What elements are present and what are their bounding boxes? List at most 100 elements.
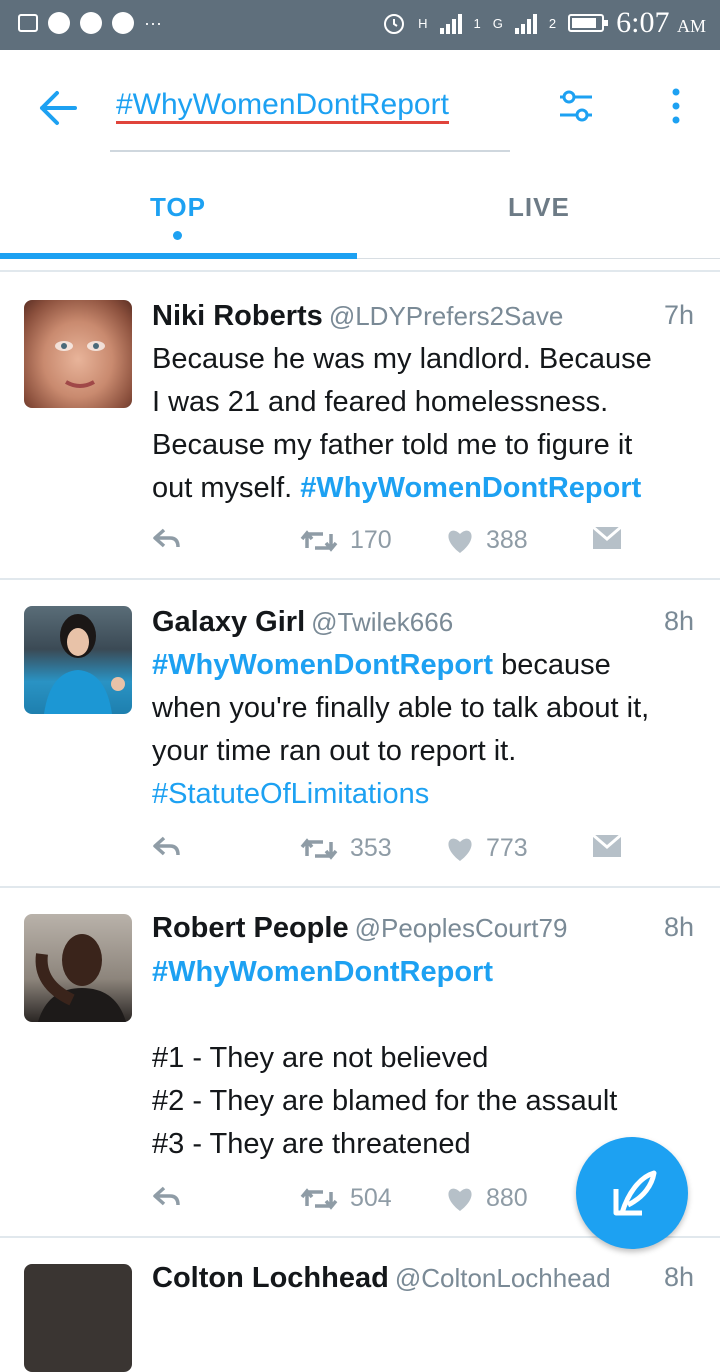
tweet-line-text: out myself. (152, 472, 301, 504)
direct-message-button[interactable] (592, 526, 622, 550)
tweet[interactable]: Niki Roberts @LDYPrefers2Save 7h Because … (0, 272, 720, 580)
retweet-count: 353 (350, 834, 392, 862)
reply-button[interactable] (152, 526, 182, 552)
search-query-text: #WhyWomenDontReport (116, 88, 449, 124)
tweet-line: #2 - They are blamed for the assault (152, 1085, 618, 1117)
tweet-actions: 504 880 (152, 1184, 632, 1220)
tweet-actions: 170 388 (152, 526, 632, 562)
sim-1-label: 1 (473, 15, 481, 31)
tweet-header: Niki Roberts @LDYPrefers2Save 7h (152, 300, 694, 333)
hashtag-link[interactable]: #WhyWomenDontReport (300, 472, 641, 504)
network-type-3: G (492, 15, 503, 31)
author-name[interactable]: Galaxy Girl (152, 606, 305, 638)
reply-button[interactable] (152, 834, 182, 860)
network-type-1: H (418, 15, 428, 31)
envelope-icon (592, 526, 622, 549)
heart-icon (448, 1188, 472, 1211)
hashtag-link[interactable]: #WhyWomenDontReport (152, 649, 493, 681)
back-arrow-icon[interactable] (38, 90, 78, 126)
tweet-line: #StatuteOfLimitations (152, 773, 702, 816)
alarm-icon (384, 14, 405, 34)
active-tab-indicator (0, 253, 357, 259)
author-handle[interactable]: @PeoplesCourt79 (355, 913, 568, 943)
tweet-line: Because my father told me to figure it (152, 429, 633, 461)
tweet-actions: 353 773 (152, 834, 632, 870)
author-name[interactable]: Robert People (152, 912, 349, 944)
retweet-button[interactable]: 170 (300, 526, 392, 555)
author-name[interactable]: Colton Lochhead (152, 1262, 389, 1294)
clock: 6:07 AM (616, 6, 706, 39)
avatar[interactable] (24, 606, 132, 714)
retweet-icon (300, 1187, 338, 1210)
avatar[interactable] (24, 300, 132, 408)
like-count: 773 (486, 834, 528, 862)
tweet-line: when you're finally able to talk about i… (152, 692, 650, 724)
signal-icon-1 (439, 12, 462, 34)
hashtag-link[interactable]: #WhyWomenDontReport (152, 956, 493, 988)
like-count: 388 (486, 526, 528, 554)
system-icons: H 1 G 2 6:07 AM (382, 6, 706, 40)
retweet-icon (300, 837, 338, 860)
compose-tweet-button[interactable] (576, 1137, 688, 1249)
tweet-time: 8h (663, 1262, 694, 1292)
tweet-text: #WhyWomenDontReport #1 - They are not be… (152, 951, 702, 1166)
like-button[interactable]: 773 (446, 834, 528, 863)
tweet-header: Robert People @PeoplesCourt79 8h (152, 912, 694, 945)
retweet-button[interactable]: 504 (300, 1184, 392, 1213)
tweet-line: #WhyWomenDontReport (152, 951, 702, 994)
envelope-icon (592, 834, 622, 857)
reply-icon (153, 528, 180, 548)
tweet-text: Because he was my landlord. Because I wa… (152, 338, 702, 510)
search-tabs: TOP LIVE (0, 168, 720, 259)
author-handle[interactable]: @ColtonLochhead (395, 1263, 611, 1293)
like-button[interactable]: 388 (446, 526, 528, 555)
tweet-line: out myself. #WhyWomenDontReport (152, 467, 702, 510)
tweet-header: Galaxy Girl @Twilek666 8h (152, 606, 694, 639)
tab-top[interactable]: TOP (150, 192, 206, 223)
tweet-line: I was 21 and feared homelessness. (152, 386, 609, 418)
whatsapp-icon (80, 12, 102, 34)
direct-message-button[interactable] (592, 834, 622, 858)
author-handle[interactable]: @Twilek666 (311, 607, 453, 637)
tweet-line: #1 - They are not believed (152, 1042, 489, 1074)
like-count: 880 (486, 1184, 528, 1212)
messenger-icon (112, 12, 134, 34)
more-notifications-icon: ··· (144, 13, 162, 33)
avatar[interactable] (24, 1264, 132, 1372)
tweet-time: 8h (663, 606, 694, 636)
search-header: #WhyWomenDontReport (0, 50, 720, 168)
message-icon (48, 12, 70, 34)
tweet-line: #WhyWomenDontReport because (152, 644, 702, 687)
heart-icon (448, 530, 472, 553)
like-button[interactable]: 880 (446, 1184, 528, 1213)
tweet-line: Because he was my landlord. Because (152, 343, 652, 375)
author-handle[interactable]: @LDYPrefers2Save (329, 301, 564, 331)
heart-icon (448, 838, 472, 861)
tweet-time: 7h (663, 300, 694, 330)
tweet[interactable]: Galaxy Girl @Twilek666 8h #WhyWomenDontRe… (0, 580, 720, 888)
search-input[interactable]: #WhyWomenDontReport (110, 80, 510, 152)
retweet-icon (300, 529, 338, 552)
sim-2-label: 2 (548, 15, 557, 31)
retweet-count: 504 (350, 1184, 392, 1212)
author-name[interactable]: Niki Roberts (152, 300, 323, 332)
tweet-line-text: because (493, 649, 611, 681)
tweet-header: Colton Lochhead @ColtonLochhead 8h (152, 1262, 694, 1295)
gallery-icon (18, 14, 38, 32)
reply-button[interactable] (152, 1184, 182, 1210)
compose-icon (613, 1170, 657, 1216)
tweet-time: 8h (663, 912, 694, 942)
retweet-count: 170 (350, 526, 392, 554)
filter-icon[interactable] (556, 88, 596, 124)
tab-new-indicator (173, 231, 182, 240)
hashtag-link[interactable]: #StatuteOfLimitations (152, 778, 429, 810)
reply-icon (153, 1186, 180, 1206)
status-bar: ··· H 1 G 2 6:07 AM (0, 0, 720, 50)
retweet-button[interactable]: 353 (300, 834, 392, 863)
avatar[interactable] (24, 914, 132, 1022)
tab-live[interactable]: LIVE (508, 192, 570, 223)
reply-icon (153, 836, 180, 856)
overflow-menu-icon[interactable] (666, 86, 686, 126)
tweet-line: your time ran out to report it. (152, 735, 517, 767)
